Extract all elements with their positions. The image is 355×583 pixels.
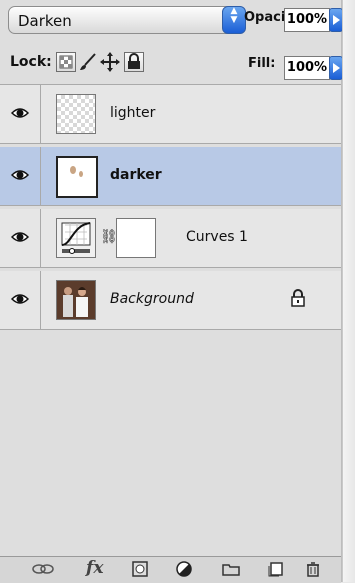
visibility-toggle[interactable] [0,209,41,267]
lock-icon [128,53,140,69]
layer-row-background[interactable]: Background [0,271,341,330]
opacity-slider-button[interactable] [329,8,343,32]
lock-fill-row: Lock: Fill: 100% [0,44,343,85]
trash-icon[interactable] [306,561,320,581]
visibility-toggle[interactable] [0,85,41,143]
layer-row-lighter[interactable]: lighter [0,85,341,144]
layer-row-curves[interactable]: ⛓ Curves 1 [0,209,341,268]
layer-name: darker [110,167,162,183]
visibility-toggle[interactable] [0,147,41,205]
layer-name: lighter [110,105,156,121]
visibility-toggle[interactable] [0,271,41,329]
photo-thumbnail[interactable] [56,280,96,320]
lock-all-button[interactable] [124,52,144,72]
link-layers-icon[interactable] [32,561,54,580]
blend-mode-select[interactable]: Darken ▲ ▼ [8,6,246,34]
new-layer-icon[interactable] [268,561,284,581]
lock-label: Lock: [10,54,52,70]
curves-icon [61,222,91,254]
eye-icon [11,108,29,118]
fx-icon[interactable]: fx [86,558,103,578]
lock-transparent-pixels-button[interactable] [56,52,76,72]
eye-icon [11,170,29,180]
opacity-field[interactable]: 100% [284,8,330,32]
eye-icon [11,294,29,304]
checker-icon [59,55,73,69]
photo-content [57,281,95,319]
move-arrows-icon [100,52,120,72]
layer-thumbnail[interactable] [56,94,96,134]
layers-footer-toolbar: fx [0,556,341,583]
blend-mode-label: Darken [18,12,72,30]
layer-lock-icon [290,289,306,311]
thumbnail-content [70,166,83,177]
layer-row-darker[interactable]: darker [0,147,341,206]
blend-opacity-row: Darken ▲ ▼ Opacity: 100% [0,0,343,44]
brush-icon [80,53,96,70]
fill-label: Fill: [248,56,276,71]
layer-name: Background [110,291,194,307]
lock-position-button[interactable] [100,52,120,72]
adjustment-layer-icon[interactable] [176,561,194,581]
layer-mask-icon[interactable] [132,561,148,581]
scrollbar[interactable] [342,0,355,582]
empty-layers-area [0,336,341,556]
curves-adjustment-thumbnail[interactable] [56,218,96,258]
layers-panel: Darken ▲ ▼ Opacity: 100% Lock: Fill: 100… [0,0,343,583]
eye-icon [11,232,29,242]
layer-thumbnail[interactable] [56,156,98,198]
layer-name: Curves 1 [186,229,248,245]
blend-mode-arrows-icon: ▲ ▼ [222,6,246,34]
fill-slider-button[interactable] [329,56,343,80]
fill-field[interactable]: 100% [284,56,330,80]
new-group-icon[interactable] [222,561,240,580]
lock-image-pixels-button[interactable] [78,52,96,70]
layer-mask-thumbnail[interactable] [116,218,156,258]
